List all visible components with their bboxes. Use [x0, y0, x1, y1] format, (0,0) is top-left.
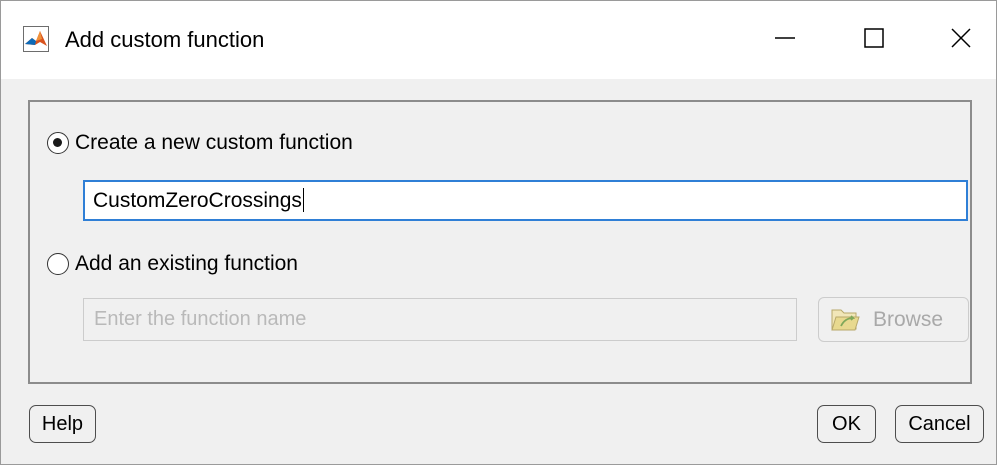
folder-open-icon	[829, 306, 861, 334]
matlab-logo-icon	[23, 26, 49, 52]
close-button[interactable]	[928, 15, 994, 65]
title-bar[interactable]: Add custom function	[1, 1, 996, 79]
text-caret	[302, 187, 305, 212]
create-new-option[interactable]: Create a new custom function	[47, 131, 353, 155]
browse-button: Browse	[818, 297, 969, 342]
existing-function-placeholder: Enter the function name	[94, 308, 307, 330]
window-title: Add custom function	[65, 27, 265, 52]
help-button[interactable]: Help	[29, 405, 96, 443]
create-new-label[interactable]: Create a new custom function	[75, 131, 353, 155]
add-existing-radio[interactable]	[47, 253, 69, 275]
new-function-name-value: CustomZeroCrossings	[93, 189, 302, 212]
add-existing-option[interactable]: Add an existing function	[47, 252, 298, 276]
browse-label: Browse	[873, 307, 944, 331]
cancel-button[interactable]: Cancel	[895, 405, 984, 443]
existing-function-name-input: Enter the function name	[83, 298, 797, 341]
create-new-radio[interactable]	[47, 132, 69, 154]
ok-button[interactable]: OK	[817, 405, 876, 443]
maximize-icon	[863, 27, 885, 54]
new-function-name-input[interactable]: CustomZeroCrossings	[83, 180, 968, 221]
close-icon	[950, 27, 972, 54]
minimize-button[interactable]	[750, 15, 820, 65]
maximize-button[interactable]	[839, 15, 909, 65]
minimize-icon	[774, 27, 796, 54]
dialog-window: Add custom function Create a new custom …	[0, 0, 997, 465]
add-existing-label[interactable]: Add an existing function	[75, 252, 298, 276]
